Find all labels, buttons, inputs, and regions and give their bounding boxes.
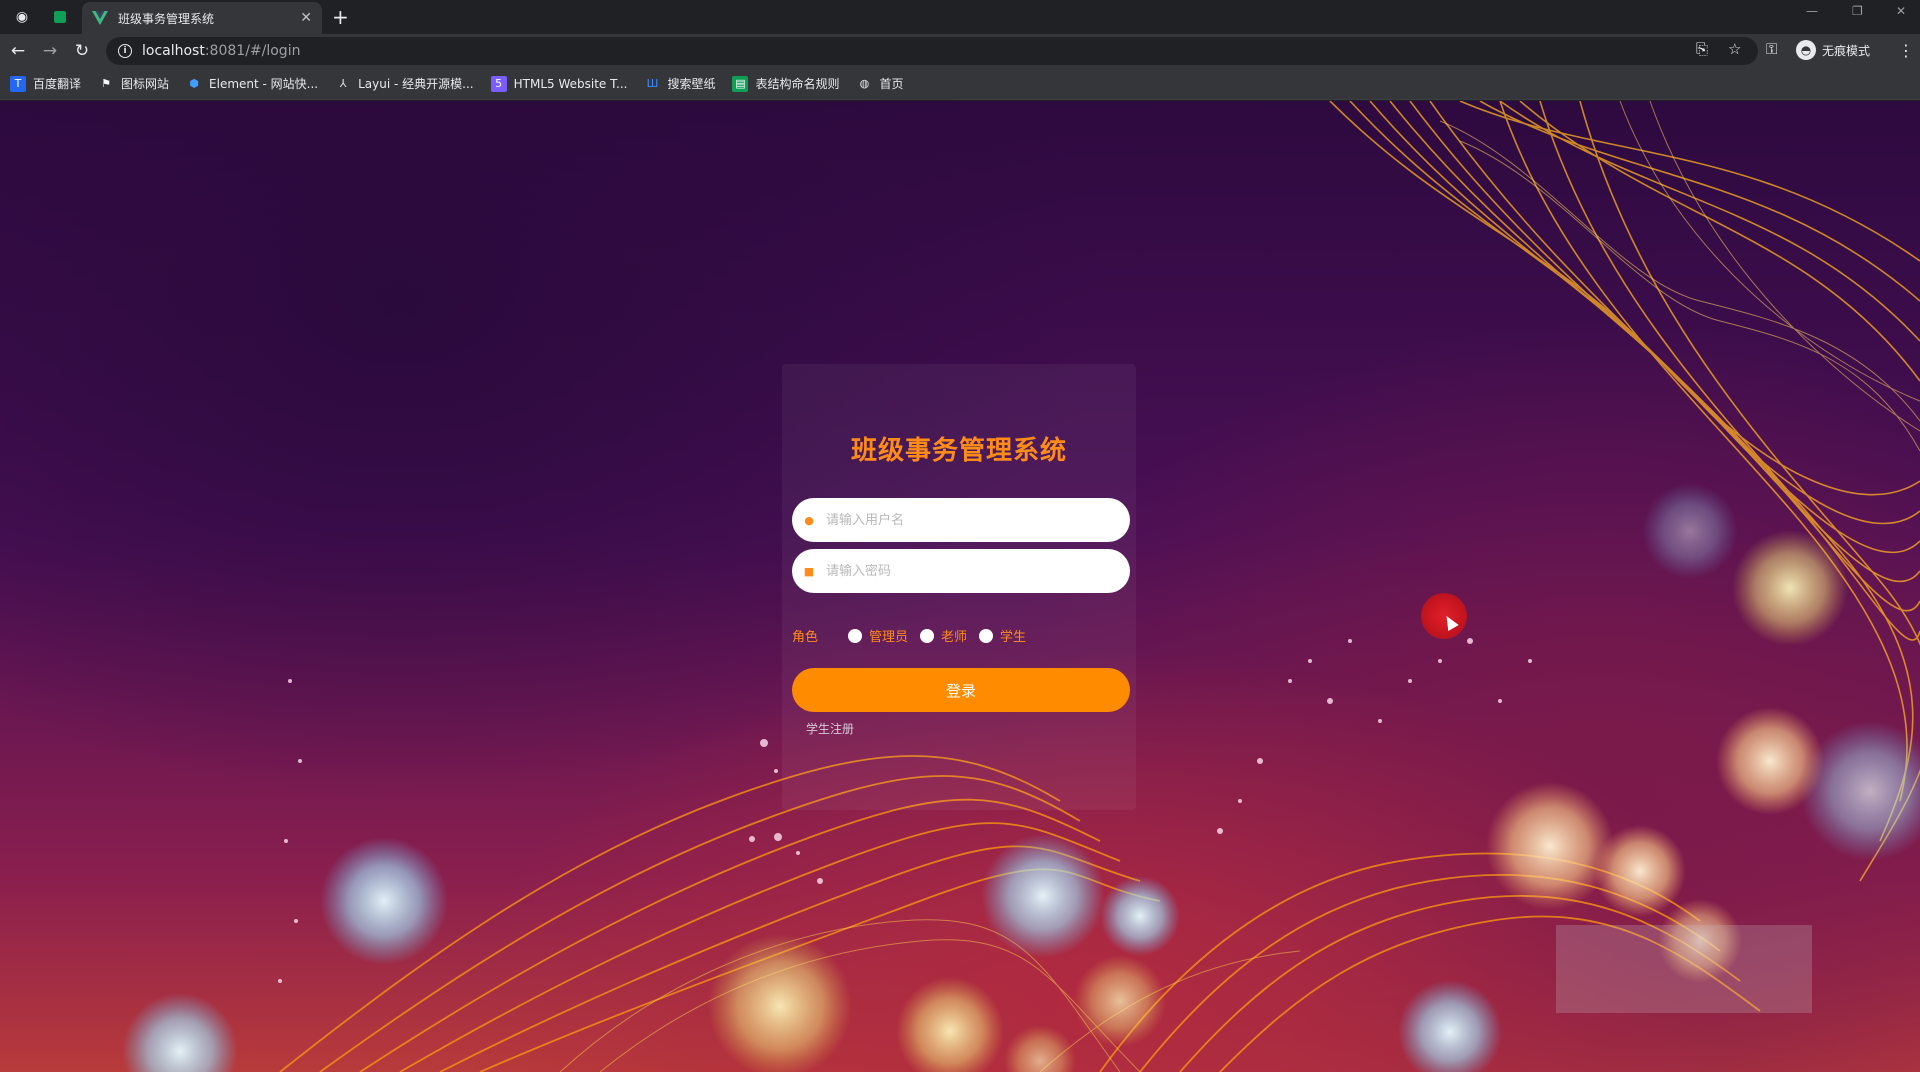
pinned-tab-icon[interactable]: [48, 5, 72, 29]
role-selector: 角色 管理员 老师 学生: [792, 626, 1038, 645]
forward-icon[interactable]: →: [38, 39, 62, 63]
bookmark-label: 图标网站: [121, 77, 170, 91]
close-window-icon[interactable]: ✕: [1896, 4, 1906, 18]
restore-icon[interactable]: ❐: [1852, 4, 1863, 18]
bookmark-label: 搜索壁纸: [667, 77, 716, 91]
bookmarks-bar: T 百度翻译 ⚑ 图标网站 ⬢ Element - 网站快... ⅄ Layui…: [0, 68, 1920, 100]
sheet-icon: ▤: [732, 75, 749, 92]
radio-circle[interactable]: [848, 628, 863, 643]
new-tab-icon[interactable]: +: [332, 6, 349, 28]
globe-icon: ◍: [859, 77, 870, 90]
wallpaper-icon: Ш: [646, 77, 659, 90]
bookmark-star-icon[interactable]: ☆: [1728, 40, 1741, 58]
bookmark-label: 表结构命名规则: [755, 77, 840, 91]
bookmark-item[interactable]: ⬢ Element - 网站快...: [186, 75, 318, 92]
bookmark-label: 百度翻译: [33, 77, 82, 91]
menu-icon[interactable]: ⋮: [1898, 41, 1914, 60]
radio-circle[interactable]: [920, 628, 935, 643]
address-bar[interactable]: i localhost :8081/#/login: [106, 37, 1758, 65]
login-page: 班级事务管理系统 ● ■ 角色 管理员 老师 学生 登录 学生注册: [0, 101, 1920, 1072]
username-field[interactable]: ●: [792, 498, 1130, 542]
bookmark-label: 首页: [879, 77, 904, 91]
incognito-label: 无痕模式: [1822, 43, 1871, 58]
bookmark-item[interactable]: T 百度翻译: [10, 75, 81, 92]
url-host: localhost: [142, 43, 205, 59]
incognito-icon: ◓: [1796, 40, 1816, 60]
site-info-icon[interactable]: i: [118, 44, 132, 58]
flag-icon: ⚑: [101, 77, 111, 90]
bookmark-label: HTML5 Website T...: [513, 76, 628, 91]
username-input[interactable]: [826, 512, 1130, 528]
role-label: 角色: [792, 630, 819, 645]
element-icon: ⬢: [189, 77, 199, 90]
browser-toolbar: ← → ↻ i localhost :8081/#/login ⎘ ☆ ⚿ ◓ …: [0, 34, 1920, 68]
baidu-translate-icon: T: [10, 75, 26, 92]
login-form: 班级事务管理系统 ● ■ 角色 管理员 老师 学生 登录 学生注册: [782, 364, 1136, 810]
chrome-globe-icon[interactable]: ◉: [10, 5, 34, 29]
bookmark-label: Layui - 经典开源模...: [358, 77, 474, 91]
reload-icon[interactable]: ↻: [70, 39, 94, 63]
bookmark-item[interactable]: Ш 搜索壁纸: [644, 75, 716, 92]
login-title: 班级事务管理系统: [850, 436, 1067, 466]
student-register-link[interactable]: 学生注册: [806, 720, 854, 737]
bookmark-item[interactable]: ⅄ Layui - 经典开源模...: [335, 75, 474, 92]
bookmark-item[interactable]: ⚑ 图标网站: [98, 75, 169, 92]
role-option-label: 老师: [941, 630, 968, 645]
vue-icon: [92, 11, 108, 25]
url-path: :8081/#/login: [204, 43, 301, 59]
translate-icon[interactable]: ⎘: [1696, 40, 1708, 58]
back-icon[interactable]: ←: [6, 39, 30, 63]
lock-icon: ■: [803, 564, 815, 578]
login-button[interactable]: 登录: [792, 668, 1130, 712]
close-tab-icon[interactable]: ✕: [300, 10, 312, 26]
tab-strip: ◉ 班级事务管理系统 ✕ + — ❐ ✕: [0, 0, 1920, 34]
bookmark-item[interactable]: ▤ 表结构命名规则: [732, 75, 839, 92]
user-icon: ●: [804, 513, 814, 527]
password-input[interactable]: [826, 563, 1130, 579]
role-radio-admin[interactable]: 管理员: [848, 626, 908, 645]
bookmark-label: Element - 网站快...: [209, 77, 319, 91]
incognito-profile[interactable]: ◓ 无痕模式: [1796, 40, 1870, 60]
overlay-box: [1556, 925, 1812, 1013]
role-option-label: 管理员: [869, 630, 909, 645]
key-icon[interactable]: ⚿: [1766, 40, 1777, 58]
role-option-label: 学生: [1000, 630, 1027, 645]
bookmark-item[interactable]: ◍ 首页: [856, 75, 904, 92]
bookmark-item[interactable]: 5 HTML5 Website T...: [490, 75, 628, 92]
password-field[interactable]: ■: [792, 549, 1130, 593]
layui-icon: ⅄: [339, 77, 347, 90]
role-radio-teacher[interactable]: 老师: [920, 626, 967, 645]
html5-icon: 5: [490, 75, 507, 92]
role-radio-student[interactable]: 学生: [979, 626, 1026, 645]
active-tab[interactable]: 班级事务管理系统 ✕: [82, 2, 322, 34]
minimize-icon[interactable]: —: [1806, 4, 1818, 18]
radio-circle[interactable]: [979, 628, 994, 643]
tab-title: 班级事务管理系统: [118, 11, 215, 26]
